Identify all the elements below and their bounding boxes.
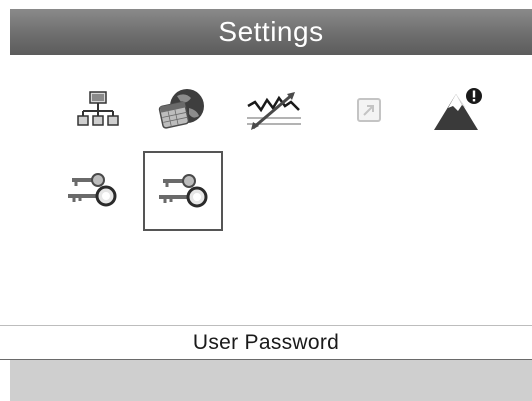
signal-settings-button[interactable] [234, 70, 314, 150]
mountain-alert-icon [434, 88, 482, 130]
selected-item-label-bar: User Password [0, 325, 532, 360]
alerts-button[interactable] [418, 70, 498, 150]
page-title: Settings [218, 16, 324, 47]
globe-calendar-icon [158, 89, 204, 129]
admin-password-button[interactable] [52, 150, 132, 230]
selected-item-label: User Password [192, 330, 340, 354]
user-password-icon [159, 174, 208, 208]
user-password-button[interactable] [143, 151, 223, 231]
signal-trend-icon [247, 92, 301, 130]
date-region-button[interactable] [141, 70, 221, 150]
external-link-icon [357, 98, 381, 122]
network-icon [77, 91, 119, 126]
external-link-button[interactable] [329, 70, 409, 150]
title-bar: Settings [10, 9, 532, 55]
network-settings-button[interactable] [58, 70, 138, 150]
admin-password-icon [68, 173, 117, 207]
bottom-bar [10, 360, 532, 401]
settings-screen: Settings User Password [0, 0, 532, 401]
settings-icon-grid [0, 55, 532, 325]
